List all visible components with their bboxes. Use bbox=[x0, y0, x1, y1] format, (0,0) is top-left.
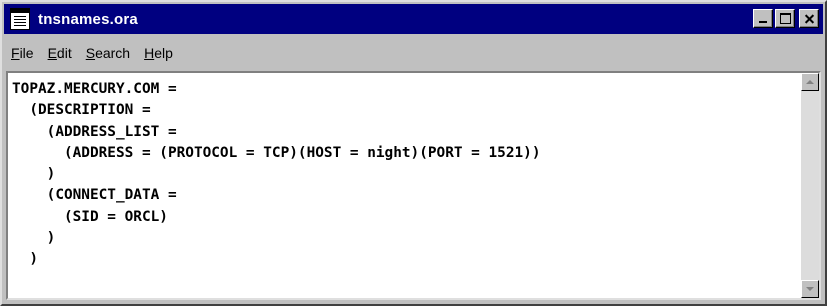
menu-search-label: earch bbox=[95, 45, 131, 61]
notepad-icon[interactable] bbox=[10, 8, 30, 30]
window-title: tnsnames.ora bbox=[38, 10, 138, 28]
menu-help-label: elp bbox=[154, 45, 173, 61]
menu-file-label: ile bbox=[19, 45, 34, 61]
menu-bar: File Edit Search Help bbox=[4, 39, 823, 67]
text-editor[interactable]: TOPAZ.MERCURY.COM = (DESCRIPTION = (ADDR… bbox=[6, 71, 821, 300]
maximize-button[interactable] bbox=[775, 9, 795, 28]
close-button[interactable] bbox=[799, 9, 819, 28]
vertical-scrollbar[interactable] bbox=[801, 73, 819, 298]
caption-buttons bbox=[751, 9, 819, 28]
menu-edit-accel: E bbox=[47, 45, 57, 61]
editor-text[interactable]: TOPAZ.MERCURY.COM = (DESCRIPTION = (ADDR… bbox=[12, 79, 541, 271]
menu-edit[interactable]: Edit bbox=[41, 45, 79, 61]
menu-file-accel: F bbox=[11, 45, 20, 61]
scroll-down-button[interactable] bbox=[801, 280, 819, 298]
title-bar[interactable]: tnsnames.ora bbox=[4, 4, 823, 34]
menu-edit-label: dit bbox=[56, 45, 72, 61]
menu-search[interactable]: Search bbox=[79, 45, 137, 61]
minimize-button[interactable] bbox=[753, 9, 773, 28]
menu-search-accel: S bbox=[85, 45, 96, 61]
menu-help-accel: H bbox=[144, 45, 155, 61]
menu-file[interactable]: File bbox=[4, 45, 41, 61]
scroll-up-button[interactable] bbox=[801, 73, 819, 91]
menu-help[interactable]: Help bbox=[137, 45, 180, 61]
notepad-window: tnsnames.ora File Edit Search Help TOPAZ… bbox=[0, 0, 827, 306]
